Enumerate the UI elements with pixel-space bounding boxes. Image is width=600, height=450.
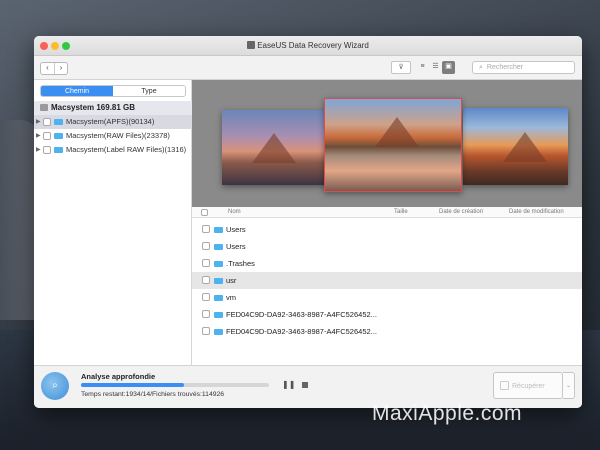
column-name[interactable]: Nom: [228, 207, 241, 218]
folder-icon: [214, 244, 223, 250]
checkbox[interactable]: [202, 276, 210, 284]
filter-button[interactable]: ⊽: [391, 61, 411, 74]
file-name: FED04C9D-DA92-3463-8987-A4FC526452...: [226, 327, 377, 336]
watermark: MaxiApple.com: [372, 402, 523, 425]
main-panel: Nom Taille Date de création Date de modi…: [192, 80, 582, 365]
tab-chemin[interactable]: Chemin: [41, 86, 113, 96]
folder-icon: [214, 295, 223, 301]
expand-triangle-icon[interactable]: ▶: [36, 115, 41, 129]
app-icon: [247, 41, 256, 49]
folder-icon: [54, 119, 63, 125]
file-row[interactable]: FED04C9D-DA92-3463-8987-A4FC526452...: [192, 306, 582, 323]
checkbox[interactable]: [202, 310, 210, 318]
scan-progress-fill: [81, 383, 185, 387]
cover-flow-preview: [192, 80, 582, 207]
folder-icon: [54, 147, 63, 153]
folder-icon: [214, 329, 223, 335]
expand-triangle-icon[interactable]: ▶: [36, 129, 41, 143]
checkbox[interactable]: [202, 225, 210, 233]
file-row[interactable]: Users: [192, 221, 582, 238]
checkbox[interactable]: [202, 293, 210, 301]
preview-image[interactable]: [222, 110, 327, 185]
column-created[interactable]: Date de création: [439, 207, 483, 218]
checkbox[interactable]: [202, 259, 210, 267]
recover-dropdown-button[interactable]: ⌄: [563, 372, 575, 399]
title-bar: EaseUS Data Recovery Wizard: [34, 36, 582, 56]
stop-button[interactable]: [302, 382, 308, 388]
sidebar: Chemin Type Macsystem 169.81 GB ▶ Macsys…: [34, 80, 192, 365]
checkbox[interactable]: [43, 132, 51, 140]
column-modified[interactable]: Date de modification: [509, 207, 564, 218]
tab-type[interactable]: Type: [113, 86, 185, 96]
tree-item-label: Macsystem(RAW Files)(23378): [66, 131, 170, 140]
search-icon: ⌕: [479, 64, 483, 71]
view-mode-selector: ≡ ☰ ▣: [416, 61, 455, 74]
file-name: usr: [226, 276, 237, 285]
search-input[interactable]: ⌕ Rechercher: [472, 61, 575, 74]
checkbox[interactable]: [202, 242, 210, 250]
window-title: EaseUS Data Recovery Wizard: [34, 41, 582, 50]
tree-item-label: Macsystem(APFS)(90134): [66, 117, 155, 126]
window-title-text: EaseUS Data Recovery Wizard: [257, 41, 369, 50]
forward-button[interactable]: ›: [54, 63, 67, 74]
select-all-checkbox[interactable]: [201, 209, 208, 216]
drive-icon: [40, 104, 48, 111]
drive-root-label: Macsystem 169.81 GB: [51, 103, 136, 112]
folder-icon: [214, 227, 223, 233]
search-placeholder: Rechercher: [486, 64, 524, 71]
tree-item-raw-files[interactable]: ▶ Macsystem(RAW Files)(23378): [34, 129, 192, 143]
checkbox[interactable]: [43, 118, 51, 126]
file-name: FED04C9D-DA92-3463-8987-A4FC526452...: [226, 310, 377, 319]
scan-info: Temps restant:1934/14/Fichiers trouvés:1…: [81, 391, 225, 398]
checkbox[interactable]: [43, 146, 51, 154]
navigation-buttons: ‹ ›: [40, 62, 68, 75]
pause-button[interactable]: ❚❚: [282, 380, 295, 389]
tree-item-label: Macsystem(Label RAW Files)(1316): [66, 145, 187, 154]
file-name: Users: [226, 242, 246, 251]
file-name: Users: [226, 225, 246, 234]
back-button[interactable]: ‹: [41, 63, 54, 74]
mountain-shape: [375, 116, 419, 147]
expand-triangle-icon[interactable]: ▶: [36, 143, 41, 157]
file-name: vm: [226, 293, 236, 302]
mountain-shape: [503, 131, 547, 162]
detail-view-button[interactable]: ☰: [429, 61, 442, 74]
column-size[interactable]: Taille: [394, 207, 408, 218]
file-row[interactable]: Users: [192, 238, 582, 255]
folder-icon: [214, 312, 223, 318]
file-row[interactable]: .Trashes: [192, 255, 582, 272]
drive-root[interactable]: Macsystem 169.81 GB: [34, 101, 192, 115]
scan-progress-bar: [81, 383, 269, 387]
cover-flow-view-button[interactable]: ▣: [442, 61, 455, 74]
recover-button[interactable]: Récupérer: [493, 372, 563, 399]
app-window: EaseUS Data Recovery Wizard ‹ › ⊽ ≡ ☰ ▣ …: [34, 36, 582, 408]
sidebar-tabs: Chemin Type: [40, 85, 186, 97]
preview-image[interactable]: [463, 108, 568, 185]
preview-image-selected[interactable]: [324, 98, 462, 192]
folder-icon: [214, 261, 223, 267]
scan-icon: ⌕: [41, 372, 69, 400]
recover-icon: [500, 381, 509, 390]
recover-label: Récupérer: [512, 383, 545, 390]
toolbar: ‹ › ⊽ ≡ ☰ ▣ ⌕ Rechercher: [34, 56, 582, 80]
tree-item-label-raw-files[interactable]: ▶ Macsystem(Label RAW Files)(1316): [34, 143, 192, 157]
folder-icon: [54, 133, 63, 139]
file-row[interactable]: vm: [192, 289, 582, 306]
list-view-button[interactable]: ≡: [416, 61, 429, 74]
mountain-shape: [252, 132, 296, 163]
scan-title: Analyse approfondie: [81, 372, 156, 381]
file-list-header: Nom Taille Date de création Date de modi…: [192, 207, 582, 218]
file-name: .Trashes: [226, 259, 255, 268]
file-row-selected[interactable]: usr: [192, 272, 582, 289]
folder-icon: [214, 278, 223, 284]
file-row[interactable]: FED04C9D-DA92-3463-8987-A4FC526452...: [192, 323, 582, 340]
tree-item-apfs[interactable]: ▶ Macsystem(APFS)(90134): [34, 115, 192, 129]
checkbox[interactable]: [202, 327, 210, 335]
